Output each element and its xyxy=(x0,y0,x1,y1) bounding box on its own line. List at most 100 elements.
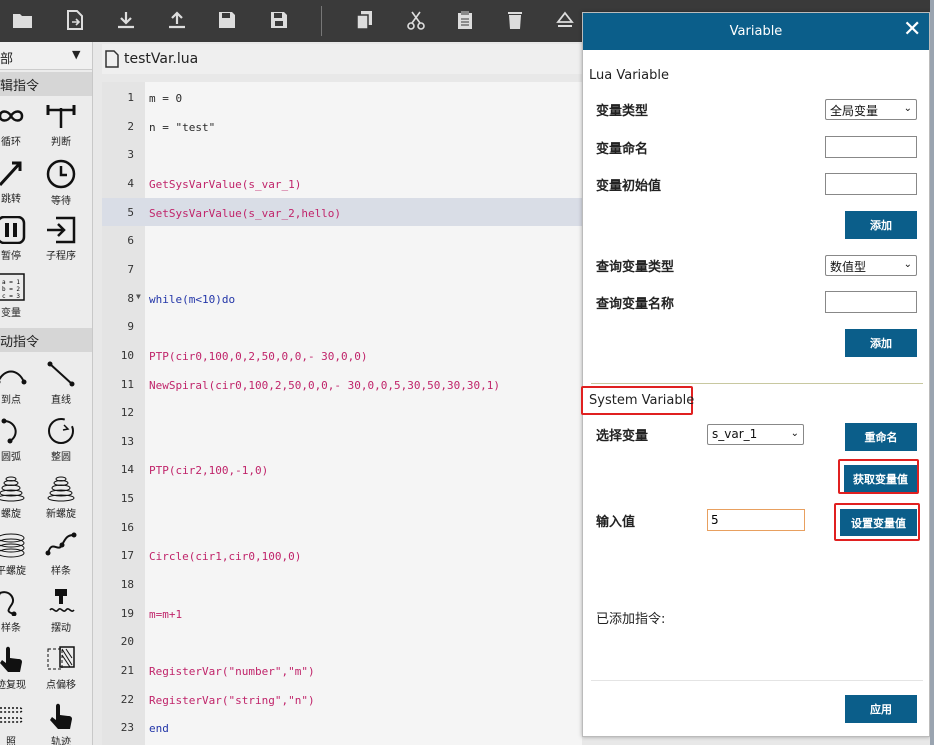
copy-icon[interactable] xyxy=(354,9,376,31)
code-line[interactable]: 9 xyxy=(102,312,582,341)
cmd-branch[interactable]: 判断 xyxy=(38,102,84,160)
code-line[interactable]: 10 PTP(cir0,100,0,2,50,0,0,- 30,0,0) xyxy=(102,341,582,370)
file-export-icon[interactable] xyxy=(64,9,86,31)
folder-open-icon[interactable] xyxy=(12,9,34,31)
cmd-spiral-label: 螺旋 xyxy=(1,509,21,520)
code-line[interactable]: 11 NewSpiral(cir0,100,2,50,0,0,- 30,0,0,5… xyxy=(102,370,582,399)
line-number: 22 xyxy=(120,692,134,706)
code-line[interactable]: 6 xyxy=(102,226,582,255)
get-var-value-button[interactable]: 获取变量值 xyxy=(844,465,917,492)
delete-icon[interactable] xyxy=(504,9,526,31)
cmd-circle[interactable]: 整圆 xyxy=(38,417,84,475)
close-icon[interactable]: ✕ xyxy=(903,19,921,41)
input-value-field[interactable] xyxy=(707,509,805,531)
save-as-icon[interactable] xyxy=(268,9,290,31)
var-name-input[interactable] xyxy=(825,136,917,158)
cmd-line[interactable]: 直线 xyxy=(38,360,84,418)
line-number: 15 xyxy=(120,492,134,506)
editor-filename: testVar.lua xyxy=(124,51,199,67)
code-line[interactable]: 1 m = 0 xyxy=(102,83,582,112)
cmd-camera[interactable]: 照 xyxy=(0,702,34,745)
cmd-variable[interactable]: a = 1b = 2c = 3 变量 xyxy=(0,273,34,331)
code-line[interactable]: 22 RegisterVar("string","n") xyxy=(102,685,582,714)
cmd-jump[interactable]: 跳转 xyxy=(0,159,34,217)
cmd-loop[interactable]: 循环 xyxy=(0,102,34,160)
input-value-label: 输入值 xyxy=(596,515,636,530)
apply-button[interactable]: 应用 xyxy=(845,695,917,723)
cmd-wait[interactable]: 等待 xyxy=(38,159,84,217)
cmd-pause-label: 暂停 xyxy=(1,251,21,262)
cmd-camera-label: 照 xyxy=(6,737,16,745)
cmd-subprogram[interactable]: 子程序 xyxy=(38,216,84,274)
code-editor[interactable]: 1 m = 0 2 n = "test" 3 4 GetSysVarValue(s_var_… xyxy=(102,82,582,745)
code-line[interactable]: 3 xyxy=(102,140,582,169)
cmd-arc-label: 圆弧 xyxy=(1,452,21,463)
variable-dialog: Variable ✕ Lua Variable 变量类型 全局变量 ⌄ 变量命名… xyxy=(581,12,930,737)
add-lua-var-button[interactable]: 添加 xyxy=(845,211,917,239)
cmd-new-spiral-label: 新螺旋 xyxy=(46,509,76,520)
cut-icon[interactable] xyxy=(405,9,427,31)
code-text: while(m<10)do xyxy=(149,292,236,306)
code-line[interactable]: 5 SetSysVarValue(s_var_2,hello) xyxy=(102,197,582,227)
code-text: Circle(cir1,cir0,100,0) xyxy=(149,550,302,564)
paste-icon[interactable] xyxy=(454,9,476,31)
code-text: GetSysVarValue(s_var_1) xyxy=(149,177,302,191)
code-line[interactable]: 14 PTP(cir2,100,-1,0) xyxy=(102,455,582,484)
query-type-select[interactable]: 数值型 ⌄ xyxy=(825,255,917,276)
code-line[interactable]: 20 xyxy=(102,627,582,656)
code-line[interactable]: 23 end xyxy=(102,713,582,742)
code-text: RegisterVar("number","m") xyxy=(149,665,315,678)
set-var-value-button[interactable]: 设置变量值 xyxy=(840,509,917,536)
select-var-select[interactable]: s_var_1 ⌄ xyxy=(707,424,804,445)
category-dropdown[interactable]: 部 ▼ xyxy=(0,42,92,70)
code-line[interactable]: 18 xyxy=(102,570,582,599)
cmd-weave[interactable]: 摆动 xyxy=(38,588,84,646)
cmd-offset[interactable]: 点偏移 xyxy=(38,645,84,703)
cmd-new-spiral[interactable]: 新螺旋 xyxy=(38,474,84,532)
save-icon[interactable] xyxy=(216,9,238,31)
cmd-spline[interactable]: 样条 xyxy=(38,531,84,589)
code-line[interactable]: 7 xyxy=(102,255,582,284)
cmd-flat-spiral-label: 平螺旋 xyxy=(0,566,26,577)
cmd-point[interactable]: 到点 xyxy=(0,360,34,418)
line-number: 23 xyxy=(120,721,134,735)
code-line[interactable]: 17 Circle(cir1,cir0,100,0) xyxy=(102,541,582,570)
added-commands-label: 已添加指令: xyxy=(596,612,666,627)
category-dropdown-label: 部 xyxy=(0,52,14,67)
code-line[interactable]: 2 n = "test" xyxy=(102,112,582,141)
download-icon[interactable] xyxy=(115,9,137,31)
cmd-pause[interactable]: 暂停 xyxy=(0,216,34,274)
upload-icon[interactable] xyxy=(166,9,188,31)
code-line[interactable]: 16 xyxy=(102,513,582,542)
code-line[interactable]: 19 m=m+1 xyxy=(102,599,582,628)
code-line[interactable]: 8 ▼ while(m<10)do xyxy=(102,284,582,313)
editor-tab[interactable]: testVar.lua xyxy=(102,44,582,74)
cmd-spiral[interactable]: 螺旋 xyxy=(0,474,34,532)
var-type-label: 变量类型 xyxy=(596,104,649,119)
code-line[interactable]: 12 xyxy=(102,398,582,427)
var-type-select[interactable]: 全局变量 ⌄ xyxy=(825,99,917,120)
add-query-var-button[interactable]: 添加 xyxy=(845,329,917,357)
cmd-flat-spiral[interactable]: 平螺旋 xyxy=(0,531,34,589)
fold-arrow-icon[interactable]: ▼ xyxy=(136,292,141,301)
line-number: 3 xyxy=(127,148,134,162)
code-text: m = 0 xyxy=(149,92,183,105)
cmd-arc[interactable]: 圆弧 xyxy=(0,417,34,475)
line-number: 8 xyxy=(127,291,134,305)
code-line[interactable]: 15 xyxy=(102,484,582,513)
line-number: 17 xyxy=(120,549,134,563)
cmd-trajectory[interactable]: 迹复现 xyxy=(0,645,34,703)
code-line[interactable]: 21 RegisterVar("number","m") xyxy=(102,656,582,685)
rename-button[interactable]: 重命名 xyxy=(845,423,917,451)
var-init-input[interactable] xyxy=(825,173,917,195)
code-line[interactable]: 4 GetSysVarValue(s_var_1) xyxy=(102,169,582,198)
cmd-track[interactable]: 轨迹 xyxy=(38,702,84,745)
code-line[interactable]: 13 xyxy=(102,427,582,456)
svg-text:c = 3: c = 3 xyxy=(2,293,20,300)
cmd-new-spline[interactable]: 样条 xyxy=(0,588,34,646)
line-number: 16 xyxy=(120,520,134,534)
var-init-label: 变量初始值 xyxy=(596,179,662,194)
lua-variable-section-title: Lua Variable xyxy=(589,68,669,83)
eject-icon[interactable] xyxy=(554,9,576,31)
query-name-input[interactable] xyxy=(825,291,917,313)
